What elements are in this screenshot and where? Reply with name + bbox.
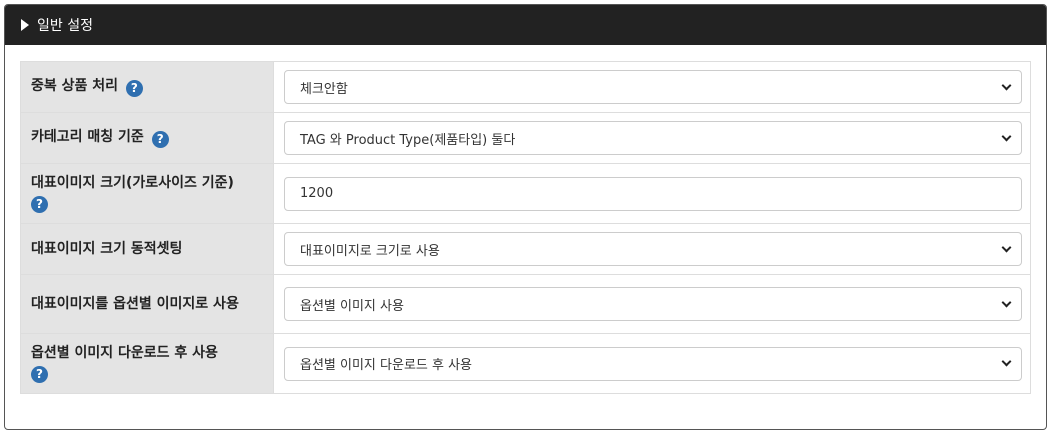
select-value: TAG 와 Product Type(제품타입) 둘다 xyxy=(300,132,516,148)
caret-right-icon[interactable] xyxy=(21,19,29,31)
setting-value-cell: 옵션별 이미지 다운로드 후 사용 xyxy=(273,333,1031,394)
table-row: 중복 상품 처리 ? 체크안함 xyxy=(20,61,1031,113)
setting-value-cell: 대표이미지로 크기로 사용 xyxy=(273,223,1031,275)
help-icon[interactable]: ? xyxy=(31,196,48,213)
option-image-download-select[interactable]: 옵션별 이미지 다운로드 후 사용 xyxy=(284,346,1022,381)
select-value: 옵션별 이미지 사용 xyxy=(300,298,404,314)
setting-label-cell: 대표이미지 크기 동적셋팅 xyxy=(20,223,274,275)
table-row: 대표이미지 크기(가로사이즈 기준) ? 1200 xyxy=(20,163,1031,224)
setting-label: 중복 상품 처리 xyxy=(31,78,119,94)
option-image-select[interactable]: 옵션별 이미지 사용 xyxy=(284,287,1022,321)
help-icon[interactable]: ? xyxy=(125,80,143,97)
setting-label-cell: 카테고리 매칭 기준 ? xyxy=(20,112,274,164)
setting-value-cell: 1200 xyxy=(273,163,1031,224)
input-value: 1200 xyxy=(300,186,334,201)
select-value: 대표이미지로 크기로 사용 xyxy=(300,243,440,259)
setting-value-cell: 체크안함 xyxy=(273,61,1031,113)
setting-value-cell: 옵션별 이미지 사용 xyxy=(273,274,1031,334)
chevron-down-icon xyxy=(1001,356,1012,367)
help-icon[interactable]: ? xyxy=(151,131,169,148)
settings-table: 중복 상품 처리 ? 체크안함 카테고리 매칭 기준 ? TAG 와 Produ… xyxy=(20,61,1031,394)
panel-header[interactable]: 일반 설정 xyxy=(5,5,1046,45)
help-icon[interactable]: ? xyxy=(31,366,48,383)
image-width-input[interactable]: 1200 xyxy=(284,176,1022,211)
setting-label: 대표이미지를 옵션별 이미지로 사용 xyxy=(31,295,239,312)
setting-label: 옵션별 이미지 다운로드 후 사용 xyxy=(31,345,218,361)
chevron-down-icon xyxy=(1001,80,1012,90)
select-value: 옵션별 이미지 다운로드 후 사용 xyxy=(300,358,473,373)
category-matching-select[interactable]: TAG 와 Product Type(제품타입) 둘다 xyxy=(284,121,1022,155)
chevron-down-icon xyxy=(1001,131,1012,141)
setting-label-cell: 옵션별 이미지 다운로드 후 사용 ? xyxy=(20,333,274,394)
dynamic-image-size-select[interactable]: 대표이미지로 크기로 사용 xyxy=(284,232,1022,266)
setting-label: 카테고리 매칭 기준 xyxy=(31,129,144,145)
select-value: 체크안함 xyxy=(300,81,348,97)
chevron-down-icon xyxy=(1001,297,1012,307)
setting-label-cell: 대표이미지 크기(가로사이즈 기준) ? xyxy=(20,163,274,224)
setting-value-cell: TAG 와 Product Type(제품타입) 둘다 xyxy=(273,112,1031,164)
setting-label-cell: 대표이미지를 옵션별 이미지로 사용 xyxy=(20,274,274,334)
table-row: 대표이미지 크기 동적셋팅 대표이미지로 크기로 사용 xyxy=(20,223,1031,275)
setting-label: 대표이미지 크기(가로사이즈 기준) xyxy=(31,175,234,191)
setting-label-cell: 중복 상품 처리 ? xyxy=(20,61,274,113)
duplicate-product-select[interactable]: 체크안함 xyxy=(284,70,1022,104)
table-row: 카테고리 매칭 기준 ? TAG 와 Product Type(제품타입) 둘다 xyxy=(20,112,1031,164)
chevron-down-icon xyxy=(1001,242,1012,252)
general-settings-panel: 일반 설정 중복 상품 처리 ? 체크안함 카테고리 매칭 기준 ? TAG 와… xyxy=(4,4,1047,430)
setting-label: 대표이미지 크기 동적셋팅 xyxy=(31,240,183,257)
table-row: 대표이미지를 옵션별 이미지로 사용 옵션별 이미지 사용 xyxy=(20,274,1031,334)
panel-title: 일반 설정 xyxy=(37,18,93,34)
table-row: 옵션별 이미지 다운로드 후 사용 ? 옵션별 이미지 다운로드 후 사용 xyxy=(20,333,1031,394)
